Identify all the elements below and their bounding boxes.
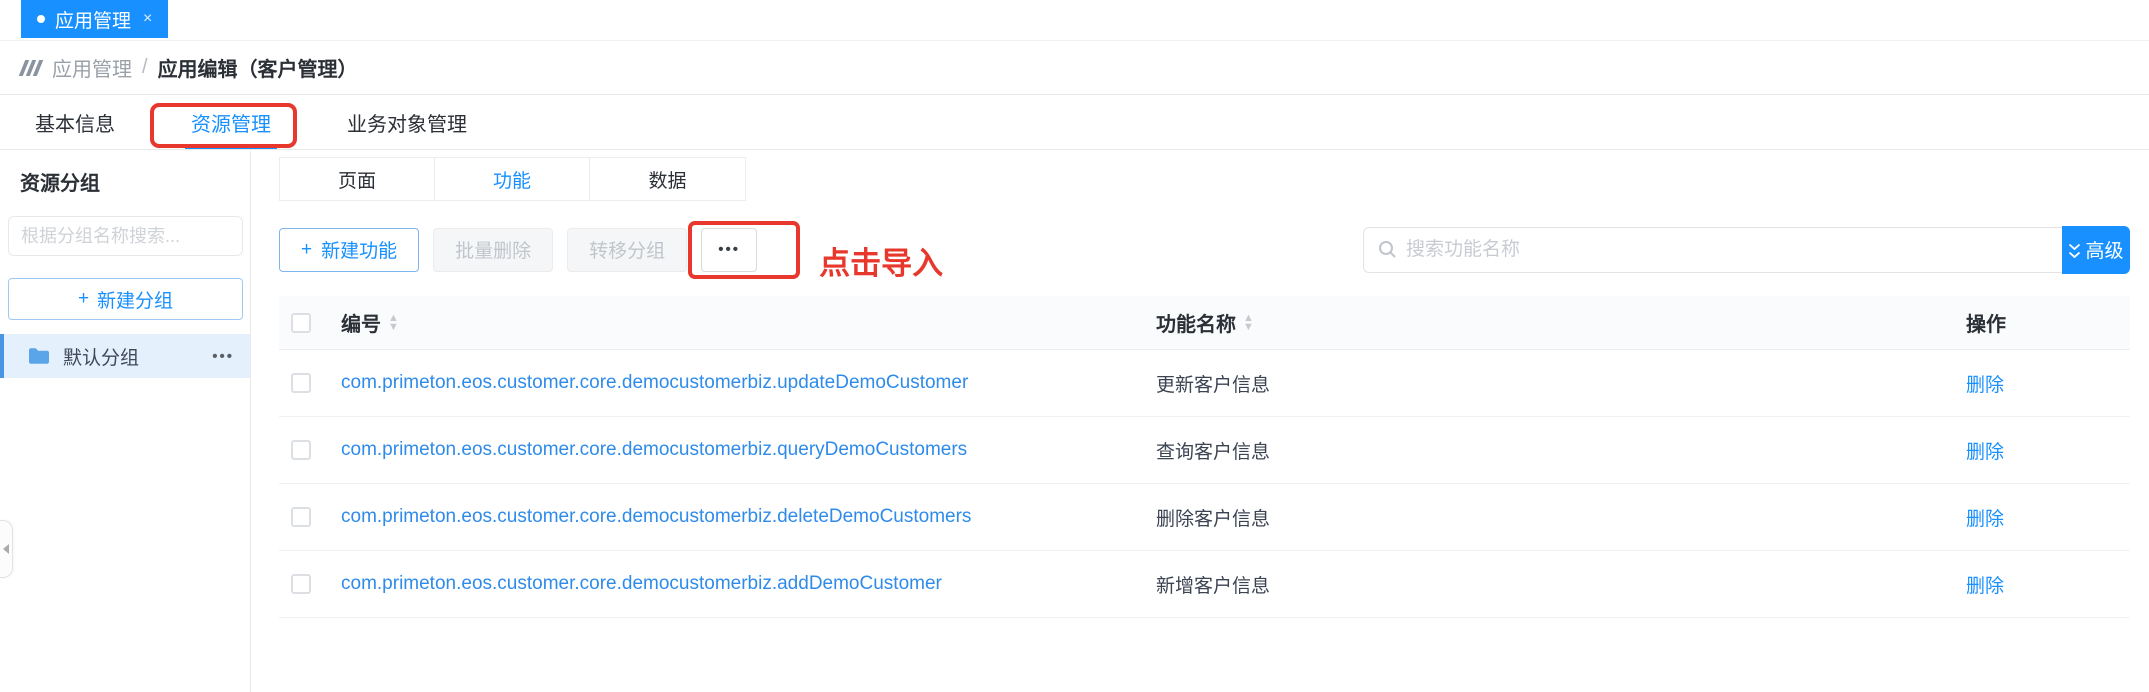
new-function-label: 新建功能 <box>321 236 397 263</box>
group-more-icon[interactable]: ••• <box>212 348 234 365</box>
main-tab-bar: 基本信息 资源管理 业务对象管理 <box>0 95 2149 150</box>
slashes-icon <box>22 60 40 76</box>
advanced-search-button[interactable]: 高级 <box>2062 226 2130 274</box>
resource-group-sidebar: 资源分组 + 新建分组 默认分组 ••• <box>0 151 251 692</box>
delete-link[interactable]: 删除 <box>1966 509 2004 530</box>
function-name: 查询客户信息 <box>1156 437 1966 464</box>
more-actions-button[interactable]: ••• <box>701 228 757 272</box>
active-dot-icon <box>37 15 45 23</box>
sort-icon[interactable]: ▲▼ <box>388 314 399 332</box>
folder-icon <box>28 347 50 365</box>
close-icon[interactable]: × <box>143 10 152 28</box>
delete-link[interactable]: 删除 <box>1966 375 2004 396</box>
sidebar-collapse-handle[interactable] <box>0 520 13 578</box>
sort-icon[interactable]: ▲▼ <box>1243 314 1254 332</box>
delete-link[interactable]: 删除 <box>1966 442 2004 463</box>
search-icon <box>1378 240 1397 259</box>
tab-business-object-management[interactable]: 业务对象管理 <box>347 95 467 149</box>
content-area: 资源分组 + 新建分组 默认分组 ••• 页面 功能 <box>0 151 2149 692</box>
main-panel: 页面 功能 数据 + 新建功能 批量删除 转移分组 ••• 点击导入 <box>251 151 2149 692</box>
function-code-link[interactable]: com.primeton.eos.customer.core.democusto… <box>341 439 967 460</box>
breadcrumb: 应用管理 / 应用编辑（客户管理） <box>0 41 2149 95</box>
sidebar-item-default-group[interactable]: 默认分组 ••• <box>0 334 250 378</box>
tab-basic-info[interactable]: 基本信息 <box>35 95 115 149</box>
tab-functions[interactable]: 功能 <box>435 158 590 200</box>
plus-icon: + <box>78 288 89 310</box>
function-code-link[interactable]: com.primeton.eos.customer.core.democusto… <box>341 573 942 594</box>
column-header-action: 操作 <box>1966 308 2130 337</box>
table-row: com.primeton.eos.customer.core.democusto… <box>279 350 2130 417</box>
app-management-page: 应用管理 × 应用管理 / 应用编辑（客户管理） 基本信息 资源管理 业务对象管… <box>0 0 2149 692</box>
transfer-group-button: 转移分组 <box>567 228 687 272</box>
annotation-click-import: 点击导入 <box>819 238 943 283</box>
select-all-checkbox[interactable] <box>291 313 311 333</box>
table-row: com.primeton.eos.customer.core.democusto… <box>279 551 2130 618</box>
window-tab-label: 应用管理 <box>55 6 131 33</box>
tab-resource-management[interactable]: 资源管理 <box>191 95 271 149</box>
function-name: 新增客户信息 <box>1156 571 1966 598</box>
function-toolbar: + 新建功能 批量删除 转移分组 ••• 点击导入 <box>279 216 2149 283</box>
row-checkbox[interactable] <box>291 373 311 393</box>
function-code-link[interactable]: com.primeton.eos.customer.core.democusto… <box>341 372 968 393</box>
table-row: com.primeton.eos.customer.core.democusto… <box>279 417 2130 484</box>
row-checkbox[interactable] <box>291 507 311 527</box>
column-header-code: 编号 <box>341 308 381 337</box>
function-name: 删除客户信息 <box>1156 504 1966 531</box>
breadcrumb-app-management[interactable]: 应用管理 <box>52 53 132 82</box>
function-search-input[interactable] <box>1406 239 2048 261</box>
new-group-button[interactable]: + 新建分组 <box>8 278 243 320</box>
new-function-button[interactable]: + 新建功能 <box>279 228 419 272</box>
batch-delete-button: 批量删除 <box>433 228 553 272</box>
double-chevron-down-icon <box>2068 243 2081 259</box>
function-search-box <box>1363 227 2063 273</box>
row-checkbox[interactable] <box>291 574 311 594</box>
more-button-wrap: ••• <box>701 228 757 272</box>
functions-table: 编号 ▲▼ 功能名称 ▲▼ <box>279 296 2130 618</box>
sidebar-title: 资源分组 <box>0 151 250 200</box>
window-tab-app-management[interactable]: 应用管理 × <box>21 0 168 38</box>
advanced-label: 高级 <box>2085 236 2123 263</box>
collapse-left-icon <box>3 544 9 554</box>
group-search-input[interactable] <box>8 216 243 256</box>
tab-pages[interactable]: 页面 <box>280 158 435 200</box>
delete-link[interactable]: 删除 <box>1966 576 2004 597</box>
plus-icon: + <box>301 239 312 261</box>
function-code-link[interactable]: com.primeton.eos.customer.core.democusto… <box>341 506 971 527</box>
tab-data[interactable]: 数据 <box>590 158 745 200</box>
new-group-label: 新建分组 <box>97 286 173 313</box>
function-name: 更新客户信息 <box>1156 370 1966 397</box>
table-header-row: 编号 ▲▼ 功能名称 ▲▼ <box>279 296 2130 350</box>
row-checkbox[interactable] <box>291 440 311 460</box>
group-name: 默认分组 <box>63 343 212 370</box>
window-tab-bar: 应用管理 × <box>0 0 2149 41</box>
table-row: com.primeton.eos.customer.core.democusto… <box>279 484 2130 551</box>
breadcrumb-current: 应用编辑（客户管理） <box>158 53 358 82</box>
column-header-name: 功能名称 <box>1156 308 1236 337</box>
resource-type-tabs: 页面 功能 数据 <box>279 157 746 201</box>
breadcrumb-separator: / <box>142 56 148 79</box>
